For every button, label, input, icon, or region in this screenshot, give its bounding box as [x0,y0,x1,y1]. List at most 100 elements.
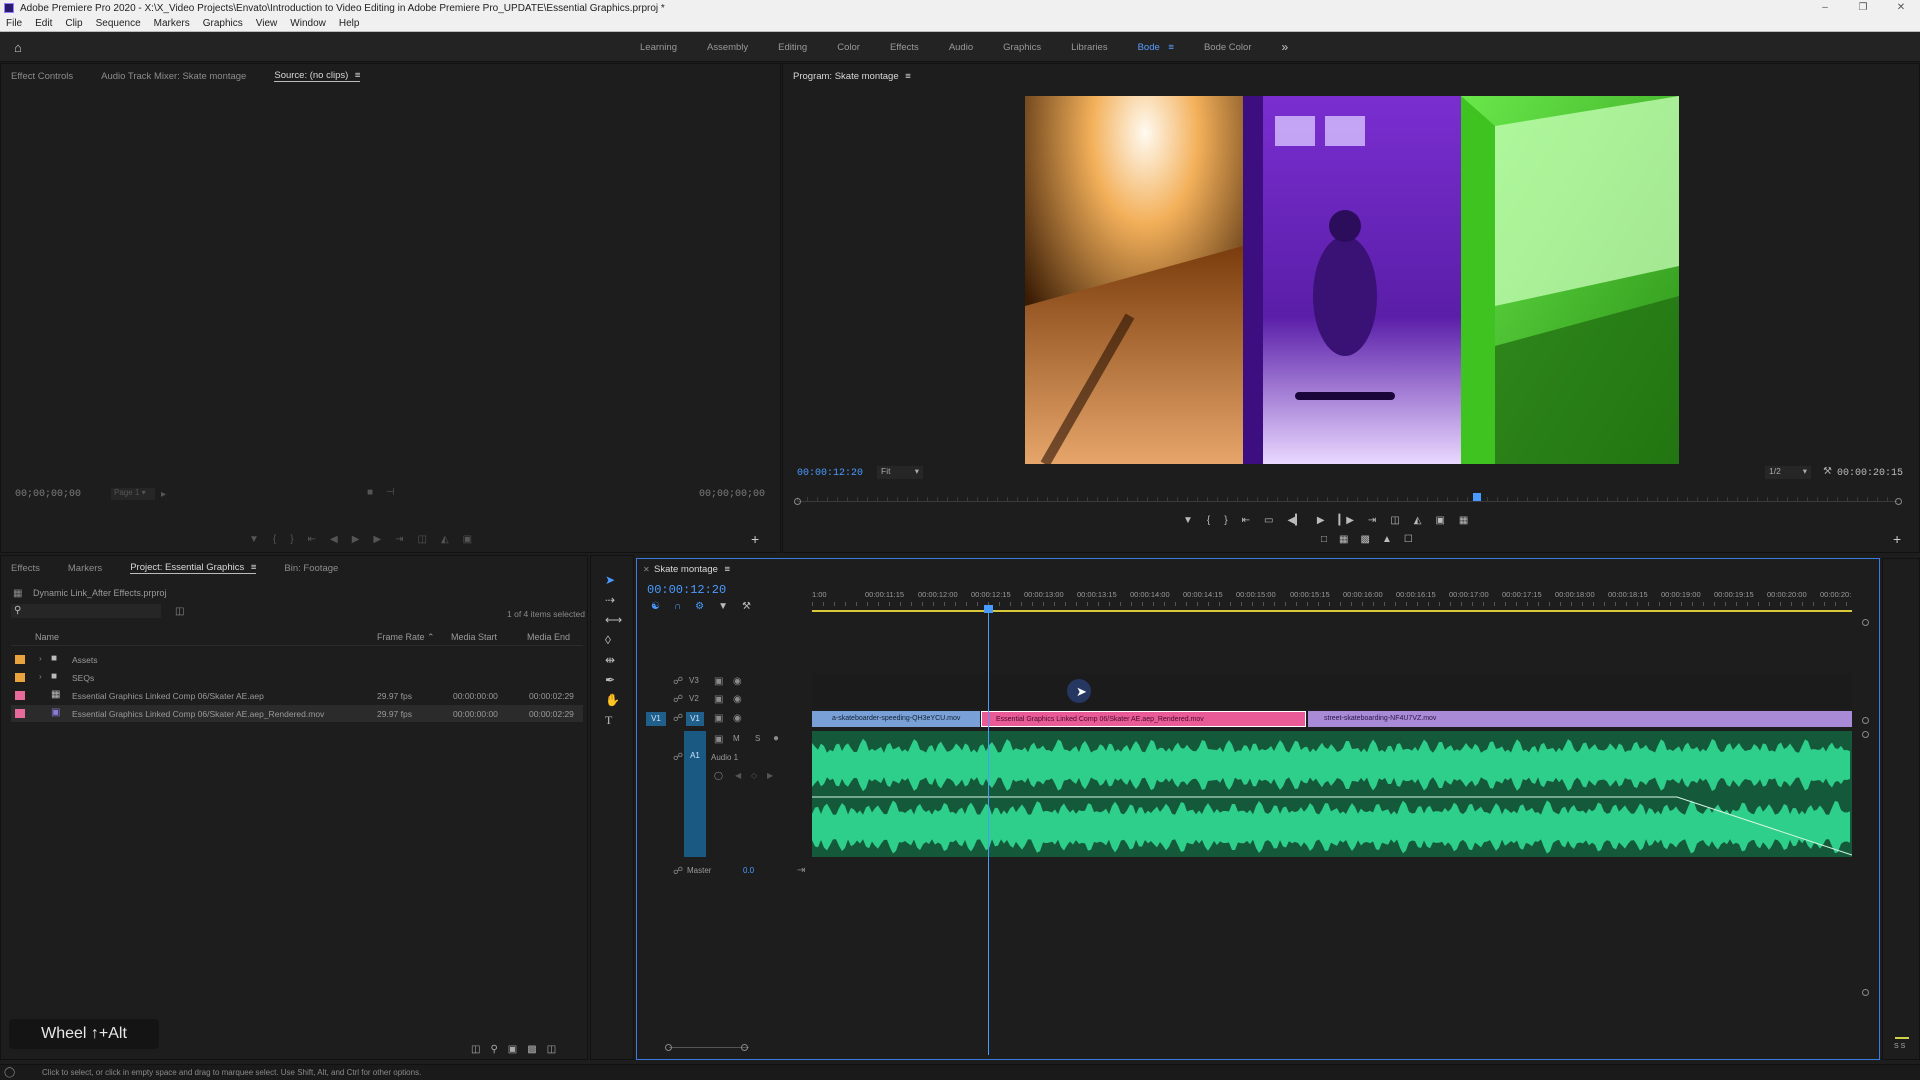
timeline-horizontal-scrollbar[interactable] [665,1044,749,1053]
zoom-fit-select[interactable]: Fit ▾ [877,466,923,479]
time-ruler[interactable]: 1:00 00:00:11:15 00:00:12:00 00:00:12:15 00:… [812,589,1852,609]
project-search-input[interactable]: ⚲ [11,604,161,618]
type-tool-icon[interactable]: T [605,714,622,727]
step-forward-icon[interactable]: ▶ [373,534,381,545]
tab-source[interactable]: Source: (no clips) ≡ [274,70,361,82]
add-marker-icon[interactable]: ▼ [249,534,259,545]
video-clip[interactable]: street-skateboarding-NF4U7VZ.mov [1308,711,1852,727]
slip-tool-icon[interactable]: ⇹ [605,654,622,667]
chevron-right-icon[interactable]: › [39,672,42,681]
workspace-audio[interactable]: Audio [949,42,973,53]
menu-window[interactable]: Window [290,18,326,29]
export-frame-icon[interactable]: ▣ [1435,515,1444,526]
workspace-menu-icon[interactable]: ≡ [1168,42,1174,53]
settings-small-icon[interactable]: ⊣ [386,488,395,498]
tab-bin-footage[interactable]: Bin: Footage [284,563,338,574]
project-item-row[interactable]: › ■ SEQs [11,669,583,686]
pen-tool-icon[interactable]: ✒ [605,674,622,687]
label-color-swatch[interactable] [15,655,25,664]
close-icon[interactable]: ✕ [1882,0,1920,16]
workspace-editing[interactable]: Editing [778,42,807,53]
program-timecode[interactable]: 00:00:12:20 [797,468,863,479]
nest-icon[interactable]: ☯ [651,601,660,612]
workspace-libraries[interactable]: Libraries [1071,42,1107,53]
timeline-playhead[interactable] [984,605,993,1055]
menu-help[interactable]: Help [339,18,360,29]
video-clip[interactable]: a-skateboarder-speeding-QH3eYCU.mov [812,711,980,727]
selection-tool-icon[interactable]: ➤ [605,574,622,587]
source-timecode-right[interactable]: 00;00;00;00 [699,489,765,500]
project-item-row[interactable]: › ■ Assets [11,651,583,668]
new-item-icon[interactable]: ▩ [527,1044,536,1055]
menu-edit[interactable]: Edit [35,18,52,29]
eye-icon[interactable]: ◉ [733,695,742,705]
resolution-select[interactable]: 1/2 ▾ [1765,466,1811,479]
restore-icon[interactable]: ❐ [1844,0,1882,16]
source-patch-v1[interactable]: V1 [646,712,666,726]
safe-margins-icon[interactable]: □ [1321,534,1327,545]
eye-icon[interactable]: ◉ [733,677,742,687]
video-clip-selected[interactable]: Essential Graphics Linked Comp 06/Skater… [981,711,1306,727]
track-label-v2[interactable]: V2 [689,694,699,703]
tab-project[interactable]: Project: Essential Graphics ≡ [130,562,257,574]
label-color-swatch[interactable] [15,673,25,682]
menu-markers[interactable]: Markers [154,18,190,29]
ripple-edit-tool-icon[interactable]: ⟷ [605,614,622,627]
linked-selection-icon[interactable]: ⚙ [695,601,704,612]
column-media-end[interactable]: Media End [527,632,570,642]
share-icon[interactable]: ▲ [1382,534,1392,545]
panel-menu-icon[interactable]: ≡ [905,71,911,82]
hand-tool-icon[interactable]: ✋ [605,694,622,707]
go-to-out-icon[interactable]: ⇥ [1368,515,1376,526]
close-panel-icon[interactable]: ✕ [643,565,650,575]
home-icon[interactable]: ⌂ [14,40,22,55]
column-frame-rate[interactable]: Frame Rate ⌃ [377,632,435,643]
next-keyframe-icon[interactable]: ▶ [767,771,773,781]
comment-icon[interactable]: ☐ [1404,534,1413,545]
lock-icon[interactable]: ☍ [673,867,683,877]
panel-menu-icon[interactable]: ≡ [251,562,257,573]
audio-track-a1-lane[interactable] [812,731,1852,857]
lock-icon[interactable]: ☍ [673,677,683,687]
workspace-bode[interactable]: Bode ≡ [1138,42,1174,53]
program-scrub-bar[interactable] [794,493,1902,507]
track-label-v1[interactable]: V1 [686,712,704,726]
snap-icon[interactable]: ∩ [674,601,681,612]
timeline-timecode[interactable]: 00:00:12:20 [647,583,726,597]
trash-icon[interactable]: ◫ [547,1044,556,1055]
keyframe-toggle-icon[interactable]: ◯ [714,771,723,781]
column-media-start[interactable]: Media Start [451,632,497,642]
loop-icon[interactable]: ▭ [1264,515,1273,526]
lift-icon[interactable]: ◫ [1390,515,1399,526]
lock-icon[interactable]: ☍ [673,753,683,763]
eye-icon[interactable]: ◉ [733,714,742,724]
project-item-row[interactable]: ▦ Essential Graphics Linked Comp 06/Skate… [11,687,583,704]
add-keyframe-icon[interactable]: ◇ [751,771,757,781]
razor-tool-icon[interactable]: ◊ [605,634,622,647]
add-marker-icon[interactable]: ▼ [718,601,728,612]
column-name[interactable]: Name [35,632,59,642]
tab-skate-montage[interactable]: Skate montage ≡ [654,564,730,575]
menu-sequence[interactable]: Sequence [96,18,141,29]
workspace-effects[interactable]: Effects [890,42,919,53]
mute-button[interactable]: M [733,734,740,743]
add-button-icon[interactable]: + [1893,532,1901,546]
tab-markers[interactable]: Markers [68,563,102,574]
mark-out-icon[interactable]: } [1224,515,1227,526]
workspace-assembly[interactable]: Assembly [707,42,748,53]
menu-view[interactable]: View [256,18,278,29]
timeline-settings-icon[interactable]: ⚒ [742,601,751,612]
grid-icon[interactable]: ▦ [1339,534,1348,545]
sync-lock-icon[interactable]: ▣ [714,714,723,724]
menu-graphics[interactable]: Graphics [203,18,243,29]
project-item-row[interactable]: ▣ Essential Graphics Linked Comp 06/Skate… [11,705,583,722]
lock-icon[interactable]: ☍ [673,714,683,724]
find-icon[interactable]: ⚲ [490,1044,497,1055]
sync-lock-icon[interactable]: ▣ [714,735,723,745]
wrench-icon[interactable]: ⚒ [1823,467,1832,477]
workspace-graphics[interactable]: Graphics [1003,42,1041,53]
add-marker-icon[interactable]: ▼ [1183,515,1193,526]
workspace-learning[interactable]: Learning [640,42,677,53]
tab-audio-track-mixer[interactable]: Audio Track Mixer: Skate montage [101,71,246,82]
menu-clip[interactable]: Clip [65,18,82,29]
